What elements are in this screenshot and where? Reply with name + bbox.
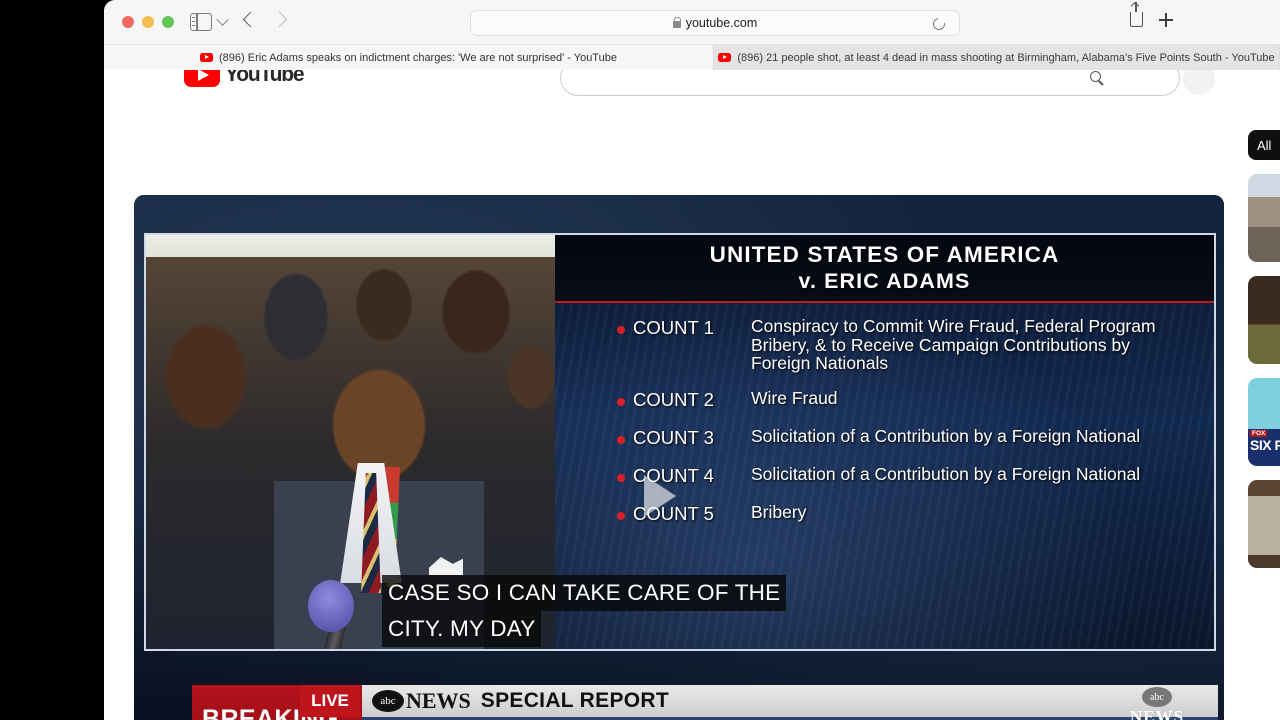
abc-logo-icon: abc [372, 690, 404, 712]
network-name: NEWS [406, 688, 471, 713]
counts-list: COUNT 1 Conspiracy to Commit Wire Fraud,… [617, 317, 1202, 541]
bullet-icon [617, 473, 625, 482]
tab-title: (896) Eric Adams speaks on indictment ch… [219, 51, 617, 64]
bullet-icon [617, 397, 625, 406]
youtube-logo-text: YouTube [225, 70, 305, 86]
play-overlay-icon[interactable] [644, 475, 676, 517]
watermark-network: NEWS [1129, 707, 1185, 720]
address-bar[interactable]: youtube.com [470, 10, 960, 36]
related-thumbnail[interactable] [1248, 276, 1280, 364]
browser-toolbar: youtube.com [104, 0, 1280, 45]
bullet-icon [617, 326, 625, 334]
captions-overlay: CASE SO I CAN TAKE CARE OF THE CITY. MY … [382, 575, 787, 647]
thumbnail-text: SIX RU [1250, 437, 1280, 453]
graphic-title-line2: v. ERIC ADAMS [798, 269, 971, 293]
caption-line: CITY. MY DAY [382, 610, 542, 647]
related-thumbnail[interactable] [1248, 480, 1280, 568]
search-input[interactable] [560, 70, 1215, 96]
tab-birmingham-shooting[interactable]: (896) 21 people shot, at least 4 dead in… [714, 45, 1280, 70]
maximize-window-button[interactable] [162, 16, 174, 28]
plus-icon[interactable] [1159, 13, 1173, 27]
count-description: Solicitation of a Contribution by a Fore… [751, 463, 1141, 484]
reload-icon[interactable] [930, 15, 948, 33]
banner-right: LIVE abc NEWS SPECIAL REPORT NYC MAYOR E… [300, 685, 1218, 720]
window-traffic-lights [122, 16, 174, 28]
microphone-icon[interactable] [1183, 70, 1215, 95]
graphic-title-line1: UNITED STATES OF AMERICA [709, 242, 1060, 267]
filter-chip-all[interactable]: All [1248, 130, 1280, 160]
count-description: Wire Fraud [751, 387, 838, 408]
count-row: COUNT 4 Solicitation of a Contribution b… [617, 465, 1202, 487]
minimize-window-button[interactable] [142, 16, 154, 28]
bullet-icon [617, 511, 625, 520]
address-bar-content: youtube.com [672, 16, 758, 30]
chevron-down-icon[interactable] [216, 13, 229, 26]
tab-title: (896) 21 people shot, at least 4 dead in… [737, 51, 1275, 64]
youtube-page: YouTube UNITED STATES OF AMERICA v. ERIC… [104, 70, 1280, 720]
count-label: COUNT 1 [633, 317, 714, 338]
program-name: SPECIAL REPORT [480, 689, 669, 712]
address-bar-url: youtube.com [685, 16, 758, 30]
count-row: COUNT 1 Conspiracy to Commit Wire Fraud,… [617, 317, 1202, 373]
banner-top-row: LIVE abc NEWS SPECIAL REPORT [300, 685, 1218, 717]
tab-eric-adams[interactable]: (896) Eric Adams speaks on indictment ch… [104, 45, 714, 70]
abc-mark-icon: abc [1142, 687, 1172, 707]
related-thumbnail[interactable]: FOX SIX RU [1248, 378, 1280, 466]
count-description: Conspiracy to Commit Wire Fraud, Federal… [751, 316, 1156, 374]
fox-tag-label: FOX [1250, 430, 1268, 437]
count-row: COUNT 3 Solicitation of a Contribution b… [617, 427, 1202, 449]
lock-icon [672, 16, 682, 28]
lower-third-banner: BREAKING NEWS LIVE abc NEWS SPECIAL REPO… [192, 685, 1218, 720]
photo-microphone [308, 580, 354, 632]
share-icon[interactable] [1130, 2, 1143, 27]
youtube-logo[interactable]: YouTube [184, 70, 305, 87]
count-description: Bribery [751, 501, 807, 522]
video-player[interactable]: UNITED STATES OF AMERICA v. ERIC ADAMS C… [134, 195, 1224, 720]
youtube-favicon-icon [718, 53, 732, 62]
tab-strip: (896) Eric Adams speaks on indictment ch… [104, 45, 1280, 70]
youtube-play-icon [184, 70, 220, 87]
search-icon [1090, 71, 1101, 82]
related-thumbnail[interactable] [1248, 174, 1280, 262]
count-label: COUNT 3 [633, 426, 714, 448]
forward-arrow-icon[interactable] [271, 11, 288, 28]
related-videos-sidebar: All FOX SIX RU [1248, 130, 1280, 582]
abc-watermark: abc NEWS SUBSCRIBE abc [1118, 687, 1196, 720]
youtube-header: YouTube [104, 70, 1280, 112]
sidebar-icon[interactable] [190, 13, 212, 31]
browser-window: youtube.com (896) Eric Adams speaks on i… [104, 0, 1280, 720]
graphic-title: UNITED STATES OF AMERICA v. ERIC ADAMS [555, 235, 1214, 303]
close-window-button[interactable] [122, 16, 134, 28]
count-description: Solicitation of a Contribution by a Fore… [751, 425, 1141, 446]
count-row: COUNT 5 Bribery [617, 503, 1202, 525]
caption-line: CASE SO I CAN TAKE CARE OF THE [382, 575, 787, 611]
count-row: COUNT 2 Wire Fraud [617, 389, 1202, 411]
live-badge: LIVE [300, 685, 360, 717]
screen: youtube.com (896) Eric Adams speaks on i… [0, 0, 1280, 720]
back-arrow-icon[interactable] [242, 11, 259, 28]
count-label: COUNT 2 [633, 388, 714, 410]
youtube-favicon-icon [200, 53, 214, 62]
bullet-icon [617, 435, 625, 444]
